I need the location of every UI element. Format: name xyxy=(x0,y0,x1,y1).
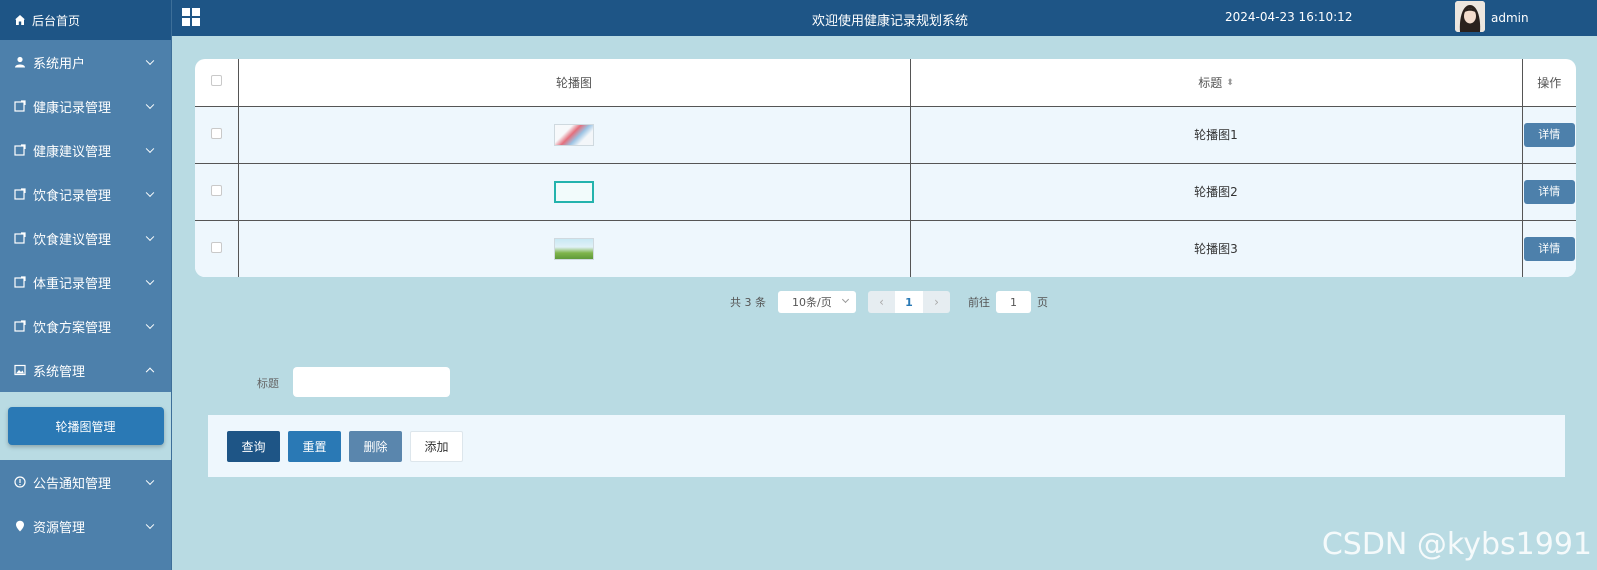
sidebar: 后台首页 系统用户 健康记录管理 健康建议管理 饮食记录管理 饮食建议管理 体重… xyxy=(0,0,172,570)
row-title: 轮播图2 xyxy=(910,163,1523,221)
row-checkbox[interactable] xyxy=(210,127,222,139)
location-icon xyxy=(14,520,26,532)
sidebar-item-resources[interactable]: 资源管理 xyxy=(0,504,171,548)
sidebar-item-weight-records[interactable]: 体重记录管理 xyxy=(0,260,171,304)
document-icon xyxy=(14,144,26,156)
delete-button[interactable]: 删除 xyxy=(349,431,402,462)
chevron-up-icon xyxy=(145,367,155,377)
table-row: 轮播图2 详情 xyxy=(195,163,1576,221)
chevron-down-icon xyxy=(145,476,155,486)
username[interactable]: admin xyxy=(1491,11,1529,25)
sidebar-item-system-users[interactable]: 系统用户 xyxy=(0,40,171,84)
menu-grid-icon[interactable] xyxy=(182,8,200,26)
sidebar-item-diet-plans[interactable]: 饮食方案管理 xyxy=(0,304,171,348)
sidebar-item-diet-advice[interactable]: 饮食建议管理 xyxy=(0,216,171,260)
sidebar-item-diet-records[interactable]: 饮食记录管理 xyxy=(0,172,171,216)
select-all-cell xyxy=(195,59,239,107)
title-search-input[interactable] xyxy=(293,367,450,397)
select-all-checkbox[interactable] xyxy=(210,75,222,87)
sort-icon[interactable]: ⬍ xyxy=(1226,78,1234,88)
page-number-current[interactable]: 1 xyxy=(895,291,923,313)
row-title: 轮播图1 xyxy=(910,106,1523,164)
chevron-down-icon xyxy=(145,276,155,286)
chevron-down-icon xyxy=(145,232,155,242)
sidebar-item-label: 体重记录管理 xyxy=(33,276,112,292)
carousel-thumbnail[interactable] xyxy=(554,237,594,260)
page-size-value: 10条/页 xyxy=(792,296,832,309)
sidebar-item-label: 健康建议管理 xyxy=(33,144,112,160)
table-row: 轮播图3 详情 xyxy=(195,220,1576,277)
chevron-down-icon xyxy=(145,56,155,66)
sidebar-item-label: 系统管理 xyxy=(33,364,86,380)
watermark: CSDN @kybs1991 xyxy=(1321,527,1592,562)
picture-icon xyxy=(14,364,26,376)
chevron-down-icon xyxy=(145,144,155,154)
sidebar-item-carousel-management[interactable]: 轮播图管理 xyxy=(7,407,164,445)
chevron-down-icon xyxy=(145,100,155,110)
sidebar-item-label: 公告通知管理 xyxy=(33,476,112,492)
info-icon xyxy=(14,476,26,488)
carousel-thumbnail[interactable] xyxy=(554,123,594,146)
chevron-down-icon xyxy=(145,320,155,330)
chevron-down-icon xyxy=(145,520,155,530)
row-checkbox[interactable] xyxy=(210,241,222,253)
query-button[interactable]: 查询 xyxy=(227,431,280,462)
sidebar-item-label: 饮食建议管理 xyxy=(33,232,112,248)
page-size-select[interactable]: 10条/页 xyxy=(778,291,856,313)
page-title: 欢迎使用健康记录规划系统 xyxy=(812,14,969,29)
document-icon xyxy=(14,276,26,288)
reset-button[interactable]: 重置 xyxy=(288,431,341,462)
sidebar-item-label: 饮食方案管理 xyxy=(33,320,112,336)
top-header: 欢迎使用健康记录规划系统 2024-04-23 16:10:12 admin xyxy=(172,0,1597,36)
sidebar-submenu: 轮播图管理 xyxy=(0,392,171,460)
document-icon xyxy=(14,188,26,200)
avatar[interactable] xyxy=(1455,1,1485,32)
sidebar-item-label: 系统用户 xyxy=(33,56,86,72)
column-header-image: 轮播图 xyxy=(238,59,911,107)
sidebar-item-health-advice[interactable]: 健康建议管理 xyxy=(0,128,171,172)
datetime-display: 2024-04-23 16:10:12 xyxy=(1225,10,1353,24)
sidebar-item-label: 资源管理 xyxy=(33,520,86,536)
search-label: 标题 xyxy=(257,377,279,390)
chevron-down-icon xyxy=(841,295,850,304)
row-title: 轮播图3 xyxy=(910,220,1523,277)
home-icon xyxy=(14,14,26,26)
goto-page-input[interactable]: 1 xyxy=(996,291,1031,313)
column-header-actions: 操作 xyxy=(1522,59,1576,107)
user-icon xyxy=(14,56,26,68)
table-header-row: 轮播图 标题 ⬍ 操作 xyxy=(195,59,1576,107)
carousel-thumbnail[interactable] xyxy=(554,180,594,203)
pagination-total: 共 3 条 xyxy=(730,296,766,309)
action-bar: 查询 重置 删除 添加 xyxy=(208,415,1565,477)
document-icon xyxy=(14,320,26,332)
document-icon xyxy=(14,100,26,112)
table-row: 轮播图1 详情 xyxy=(195,106,1576,164)
add-button[interactable]: 添加 xyxy=(410,431,463,462)
goto-label: 前往 xyxy=(968,296,990,309)
sidebar-item-system-management[interactable]: 系统管理 xyxy=(0,348,171,392)
row-checkbox[interactable] xyxy=(210,184,222,196)
page-suffix: 页 xyxy=(1037,296,1048,309)
sidebar-item-label: 饮食记录管理 xyxy=(33,188,112,204)
detail-button[interactable]: 详情 xyxy=(1523,236,1575,261)
sidebar-item-home[interactable]: 后台首页 xyxy=(0,0,171,40)
carousel-table: 轮播图 标题 ⬍ 操作 轮播图1 详情 轮播图2 详情 轮播图3 详情 xyxy=(195,59,1576,277)
detail-button[interactable]: 详情 xyxy=(1523,179,1575,204)
column-header-title-label: 标题 xyxy=(1198,75,1223,90)
detail-button[interactable]: 详情 xyxy=(1523,122,1575,147)
chevron-down-icon xyxy=(145,188,155,198)
sidebar-home-label: 后台首页 xyxy=(32,13,81,28)
pagination: 共 3 条 10条/页 ‹ 1 › 前往 1 页 xyxy=(730,291,1048,313)
sidebar-item-health-records[interactable]: 健康记录管理 xyxy=(0,84,171,128)
sidebar-item-announcements[interactable]: 公告通知管理 xyxy=(0,460,171,504)
document-icon xyxy=(14,232,26,244)
next-page-button[interactable]: › xyxy=(923,291,950,313)
prev-page-button[interactable]: ‹ xyxy=(868,291,895,313)
sidebar-item-label: 健康记录管理 xyxy=(33,100,112,116)
column-header-title[interactable]: 标题 ⬍ xyxy=(910,59,1523,107)
